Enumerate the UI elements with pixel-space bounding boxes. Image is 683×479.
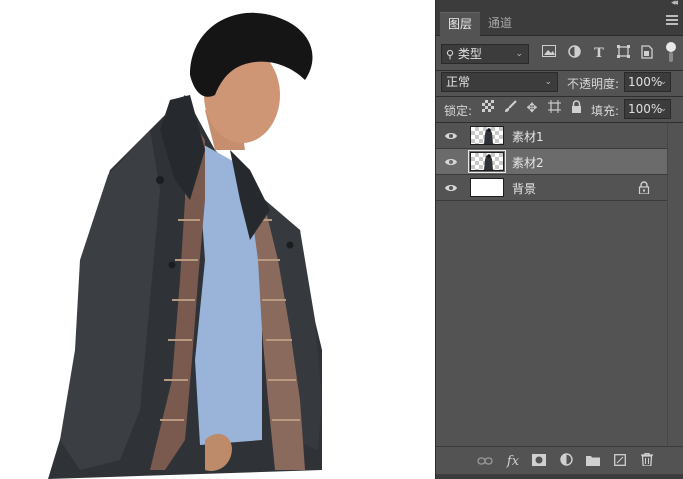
type-filter-icon[interactable]: T	[590, 45, 608, 63]
image-filter-icon[interactable]	[540, 45, 558, 63]
layers-panel: ◂◂ 图层 通道 ⚲ 类型 ⌄ T 正常 ⌄ 不透明度: 100% ⌄ 锁定: …	[435, 0, 683, 479]
fill-label: 填充:	[591, 104, 620, 118]
visibility-eye-icon[interactable]	[444, 182, 458, 194]
shape-filter-icon[interactable]	[614, 45, 632, 63]
new-group-folder-icon[interactable]	[584, 453, 602, 471]
panel-bottom-strip	[436, 474, 683, 479]
chevron-down-icon: ⌄	[515, 49, 523, 59]
layer-style-fx-icon[interactable]: fx	[504, 453, 522, 471]
add-mask-icon[interactable]	[530, 453, 548, 471]
blend-row: 正常 ⌄ 不透明度: 100% ⌄	[436, 70, 683, 96]
document-canvas[interactable]	[0, 0, 435, 479]
layer-name: 素材2	[512, 156, 544, 170]
filter-toggle-switch[interactable]	[666, 42, 676, 64]
adjustment-layer-icon[interactable]	[557, 453, 575, 471]
opacity-label: 不透明度:	[567, 77, 620, 91]
layers-scrollbar[interactable]	[667, 123, 683, 446]
filter-row: ⚲ 类型 ⌄ T	[436, 36, 683, 70]
layer-thumbnail	[470, 126, 504, 145]
layer-thumbnail	[468, 150, 506, 173]
layer-row[interactable]: 素材1	[436, 123, 668, 149]
layer-thumbnail	[470, 178, 504, 197]
tab-channels[interactable]: 通道	[480, 12, 520, 36]
smart-object-filter-icon[interactable]	[638, 45, 656, 63]
subject-photo	[48, 12, 322, 479]
blend-mode-dropdown[interactable]: 正常 ⌄	[441, 72, 558, 92]
new-layer-icon[interactable]	[611, 453, 629, 471]
blend-mode-value: 正常	[446, 75, 471, 89]
opacity-field[interactable]: 100% ⌄	[624, 72, 671, 92]
tab-layers[interactable]: 图层	[440, 12, 481, 36]
lock-all-icon[interactable]	[567, 100, 585, 118]
lock-artboard-icon[interactable]	[545, 100, 563, 118]
lock-row: 锁定: ✥ 填充: 100% ⌄	[436, 96, 683, 122]
fill-field[interactable]: 100% ⌄	[624, 99, 671, 119]
adjustment-filter-icon[interactable]	[565, 45, 583, 63]
panel-collapse-bar: ◂◂	[436, 0, 683, 8]
panel-menu-icon[interactable]	[666, 15, 678, 25]
filter-type-dropdown[interactable]: ⚲ 类型 ⌄	[441, 44, 529, 64]
lock-label: 锁定:	[444, 104, 473, 118]
chevron-down-icon: ⌄	[659, 104, 667, 114]
layer-row[interactable]: 素材2	[436, 149, 668, 175]
lock-pixels-brush-icon[interactable]	[501, 100, 519, 118]
panel-tab-bar: 图层 通道	[436, 8, 683, 36]
layer-row[interactable]: 背景	[436, 175, 668, 201]
layers-bottom-bar: fx	[436, 446, 683, 479]
layer-name: 背景	[512, 182, 537, 196]
visibility-eye-icon[interactable]	[444, 156, 458, 168]
collapse-icon[interactable]: ◂◂	[671, 0, 678, 8]
lock-icon[interactable]	[638, 181, 650, 194]
filter-type-label: 类型	[457, 47, 482, 61]
chevron-down-icon: ⌄	[544, 77, 552, 87]
fill-value: 100%	[628, 102, 663, 116]
search-icon: ⚲	[446, 48, 455, 61]
lock-transparent-icon[interactable]	[479, 100, 497, 118]
opacity-value: 100%	[628, 75, 663, 89]
delete-layer-trash-icon[interactable]	[638, 452, 656, 471]
lock-position-move-icon[interactable]: ✥	[523, 100, 541, 118]
chevron-down-icon: ⌄	[659, 77, 667, 87]
visibility-eye-icon[interactable]	[444, 130, 458, 142]
layer-name: 素材1	[512, 130, 544, 144]
link-layers-icon[interactable]	[476, 453, 494, 471]
